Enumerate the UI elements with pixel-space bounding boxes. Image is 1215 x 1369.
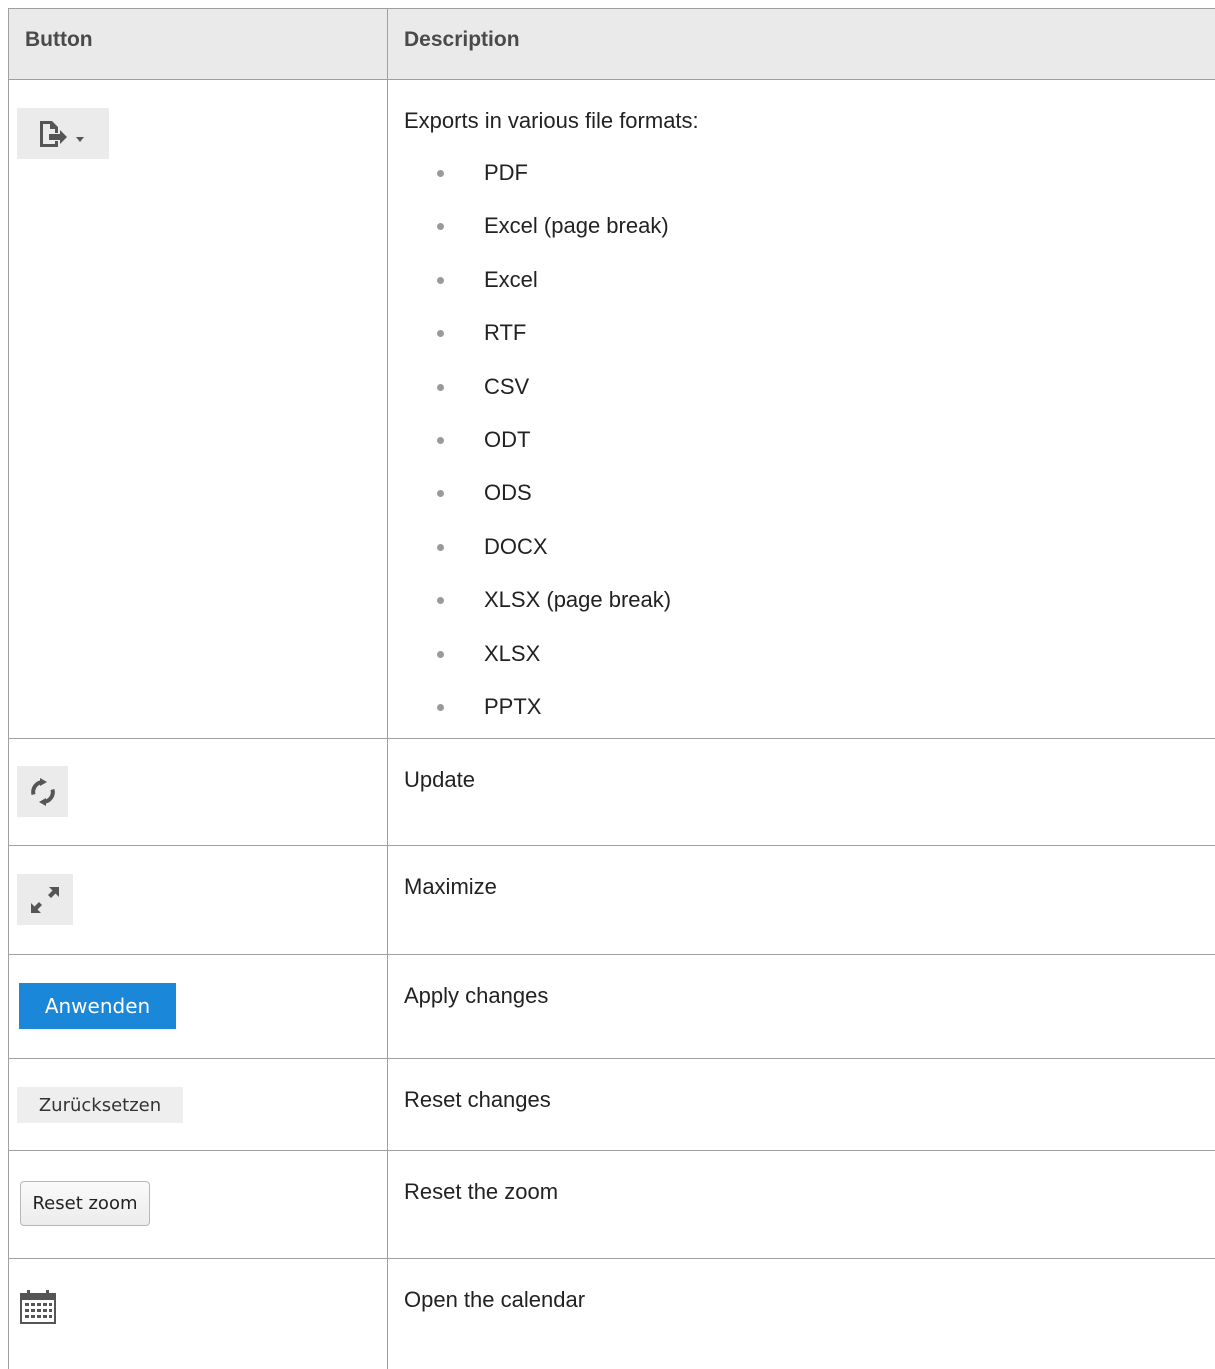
refresh-icon bbox=[30, 777, 55, 806]
bullet-icon bbox=[437, 330, 444, 338]
button-cell bbox=[9, 1259, 388, 1369]
button-cell bbox=[9, 80, 388, 738]
bullet-icon bbox=[437, 436, 444, 444]
description-cell: Reset changes bbox=[388, 1059, 1215, 1150]
table-row-update: Update bbox=[9, 739, 1215, 846]
calendar-icon[interactable] bbox=[19, 1289, 57, 1325]
description-text: Reset changes bbox=[404, 1087, 551, 1112]
format-label: DOCX bbox=[484, 533, 548, 559]
bullet-icon bbox=[437, 543, 444, 551]
format-label: PPTX bbox=[484, 693, 542, 719]
bullet-icon bbox=[437, 170, 444, 177]
bullet-icon bbox=[437, 650, 444, 658]
list-item: PPTX bbox=[388, 692, 1215, 745]
format-label: RTF bbox=[484, 320, 527, 346]
description-text: Maximize bbox=[404, 874, 497, 899]
format-label: XLSX (page break) bbox=[484, 587, 672, 613]
header-button: Button bbox=[9, 9, 388, 79]
list-item: Excel bbox=[388, 265, 1215, 318]
table-row-maximize: Maximize bbox=[9, 846, 1215, 955]
description-cell: Reset the zoom bbox=[388, 1151, 1215, 1258]
bullet-icon bbox=[437, 490, 444, 498]
button-description-table: Button Description Exports in various fi… bbox=[8, 8, 1215, 1369]
button-cell bbox=[9, 739, 388, 845]
export-icon bbox=[40, 120, 84, 147]
description-cell: Maximize bbox=[388, 846, 1215, 954]
description-cell: Update bbox=[388, 739, 1215, 845]
description-text: Exports in various file formats: bbox=[404, 108, 699, 133]
update-button[interactable] bbox=[17, 766, 68, 817]
bullet-icon bbox=[437, 223, 444, 231]
button-cell bbox=[9, 846, 388, 954]
format-label: ODS bbox=[484, 480, 532, 506]
reset-zoom-button[interactable]: Reset zoom bbox=[20, 1181, 150, 1226]
description-text: Update bbox=[404, 767, 475, 792]
maximize-button[interactable] bbox=[17, 874, 73, 925]
format-label: Excel (page break) bbox=[484, 213, 669, 239]
table-row-apply: Anwenden Apply changes bbox=[9, 955, 1215, 1059]
description-cell: Open the calendar bbox=[388, 1259, 1215, 1369]
list-item: RTF bbox=[388, 318, 1215, 371]
button-cell: Reset zoom bbox=[9, 1151, 388, 1258]
button-cell: Zurücksetzen bbox=[9, 1059, 388, 1150]
bullet-icon bbox=[437, 383, 444, 391]
table-row-reset: Zurücksetzen Reset changes bbox=[9, 1059, 1215, 1151]
list-item: XLSX (page break) bbox=[388, 585, 1215, 638]
description-cell: Apply changes bbox=[388, 955, 1215, 1058]
bullet-icon bbox=[437, 597, 444, 605]
format-label: XLSX bbox=[484, 640, 541, 666]
table-row-calendar: Open the calendar bbox=[9, 1259, 1215, 1369]
reset-button[interactable]: Zurücksetzen bbox=[17, 1087, 183, 1123]
bullet-icon bbox=[437, 276, 444, 284]
table-row-reset-zoom: Reset zoom Reset the zoom bbox=[9, 1151, 1215, 1259]
export-format-list: PDF Excel (page break) Excel RTF CSV ODT… bbox=[388, 158, 1215, 745]
description-text: Open the calendar bbox=[404, 1287, 586, 1312]
description-text: Apply changes bbox=[404, 983, 549, 1008]
table-header-row: Button Description bbox=[9, 9, 1215, 80]
format-label: ODT bbox=[484, 426, 531, 452]
export-button[interactable] bbox=[17, 108, 109, 159]
list-item: CSV bbox=[388, 372, 1215, 425]
bullet-icon bbox=[437, 703, 444, 711]
list-item: XLSX bbox=[388, 639, 1215, 692]
format-label: PDF bbox=[484, 160, 528, 185]
header-description: Description bbox=[404, 28, 520, 51]
apply-button[interactable]: Anwenden bbox=[19, 983, 176, 1029]
table-row-export: Exports in various file formats: PDF Exc… bbox=[9, 80, 1215, 739]
list-item: ODS bbox=[388, 478, 1215, 531]
list-item: Excel (page break) bbox=[388, 211, 1215, 264]
description-cell: Exports in various file formats: PDF Exc… bbox=[388, 80, 1215, 738]
format-label: CSV bbox=[484, 373, 530, 399]
format-label: Excel bbox=[484, 266, 538, 292]
list-item: PDF bbox=[388, 158, 1215, 211]
maximize-icon bbox=[31, 886, 59, 913]
list-item: DOCX bbox=[388, 532, 1215, 585]
button-cell: Anwenden bbox=[9, 955, 388, 1058]
description-text: Reset the zoom bbox=[404, 1179, 559, 1204]
list-item: ODT bbox=[388, 425, 1215, 478]
